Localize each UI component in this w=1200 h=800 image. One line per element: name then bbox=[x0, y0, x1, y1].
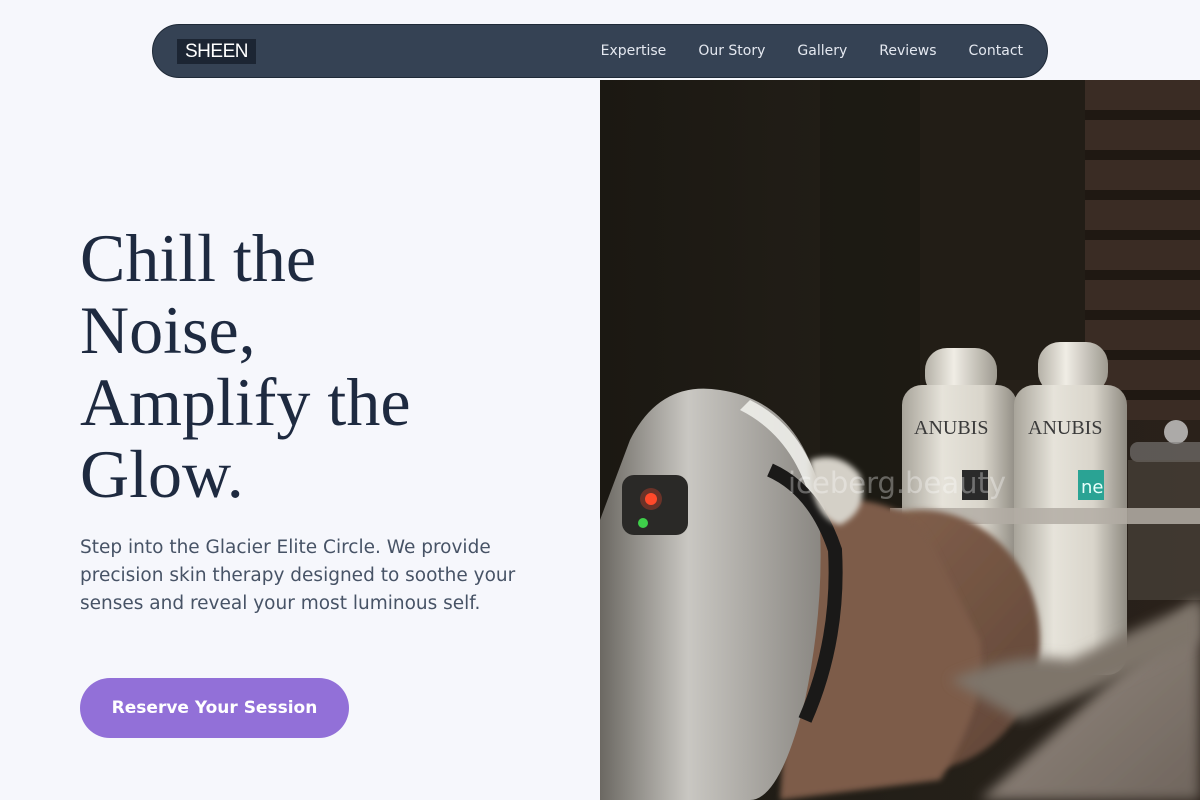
navbar: SHEEN Expertise Our Story Gallery Review… bbox=[152, 24, 1048, 78]
bottle-tag: ne bbox=[1081, 477, 1103, 498]
nav-link-gallery[interactable]: Gallery bbox=[797, 43, 847, 59]
hero-title-line: Amplify the bbox=[80, 364, 411, 440]
hero-title-line: Glow. bbox=[80, 436, 244, 512]
nav-links: Expertise Our Story Gallery Reviews Cont… bbox=[569, 25, 1023, 77]
hero-description: Step into the Glacier Elite Circle. We p… bbox=[80, 537, 516, 614]
hero-title: Chill the Noise, Amplify the Glow. bbox=[80, 222, 520, 510]
logo[interactable]: SHEEN bbox=[177, 39, 256, 64]
reserve-session-button[interactable]: Reserve Your Session bbox=[80, 678, 349, 738]
bottle-brand-label: ANUBIS bbox=[1028, 417, 1102, 439]
nav-link-reviews[interactable]: Reviews bbox=[879, 43, 936, 59]
nav-link-our-story[interactable]: Our Story bbox=[698, 43, 765, 59]
hero-title-line: Noise, bbox=[80, 292, 256, 368]
watermark: iceberg.beauty bbox=[788, 466, 1007, 500]
bottle-brand-label: ANUBIS bbox=[914, 417, 988, 439]
hero-photo: ANUBIS ANUBIS ne iceberg.beauty bbox=[600, 80, 1200, 800]
hero-photo-illustration: ANUBIS ANUBIS ne bbox=[600, 80, 1200, 800]
nav-link-expertise[interactable]: Expertise bbox=[601, 43, 667, 59]
hero-title-line: Chill the bbox=[80, 220, 317, 296]
page: SHEEN Expertise Our Story Gallery Review… bbox=[0, 0, 1200, 800]
nav-link-contact[interactable]: Contact bbox=[969, 43, 1023, 59]
